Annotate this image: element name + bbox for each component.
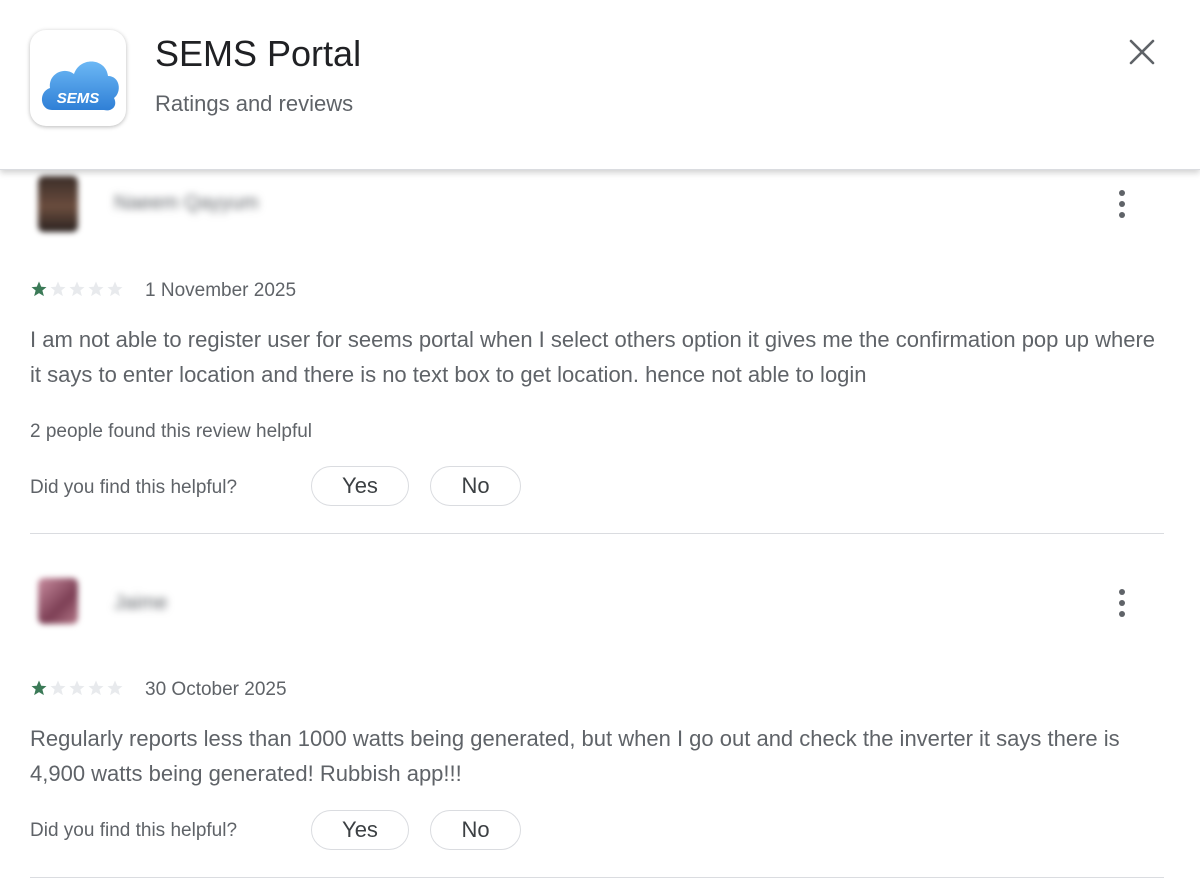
sems-app-icon: SEMS: [30, 30, 126, 126]
star-empty-icon: [50, 281, 66, 297]
review-text: Regularly reports less than 1000 watts b…: [30, 726, 1120, 786]
review-author: Naeem Qayyum: [114, 192, 259, 214]
star-filled-icon: [31, 281, 47, 297]
star-empty-icon: [69, 281, 85, 297]
divider: [30, 877, 1164, 878]
divider: [30, 533, 1164, 534]
review-text: I am not able to register user for seems…: [30, 327, 1156, 387]
star-rating: [30, 280, 124, 298]
app-title: SEMS Portal: [155, 33, 362, 74]
close-icon: [1129, 39, 1155, 65]
avatar: [38, 176, 78, 232]
more-vert-icon: [1119, 589, 1125, 595]
star-empty-icon: [107, 680, 123, 696]
star-empty-icon: [69, 680, 85, 696]
star-empty-icon: [88, 281, 104, 297]
close-button[interactable]: [1120, 30, 1164, 74]
more-options-button[interactable]: [1112, 583, 1132, 623]
helpful-question: Did you find this helpful?: [30, 477, 238, 498]
star-empty-icon: [88, 680, 104, 696]
star-filled-icon: [31, 680, 47, 696]
review-date: 1 November 2025: [145, 280, 297, 301]
helpful-yes-button[interactable]: Yes: [311, 466, 409, 506]
star-empty-icon: [50, 680, 66, 696]
star-rating: [30, 679, 124, 697]
helpful-count: 2 people found this review helpful: [30, 421, 313, 442]
helpful-question: Did you find this helpful?: [30, 820, 238, 841]
helpful-yes-button[interactable]: Yes: [311, 810, 409, 850]
star-empty-icon: [107, 281, 123, 297]
avatar: [38, 578, 78, 624]
page-subtitle: Ratings and reviews: [155, 91, 354, 116]
review-date: 30 October 2025: [145, 679, 287, 700]
helpful-no-button[interactable]: No: [430, 466, 521, 506]
helpful-no-button[interactable]: No: [430, 810, 521, 850]
icon-label: SEMS: [57, 90, 100, 107]
review-author: Jaime: [114, 592, 168, 614]
more-options-button[interactable]: [1112, 184, 1132, 224]
review-card: Jaime 30 October 2025 Regularly reports …: [30, 570, 1164, 881]
review-card: Naeem Qayyum 1 November 2025 I am not ab…: [30, 170, 1164, 535]
app-header: SEMS SEMS Portal Ratings and reviews: [0, 0, 1200, 170]
more-vert-icon: [1119, 190, 1125, 196]
